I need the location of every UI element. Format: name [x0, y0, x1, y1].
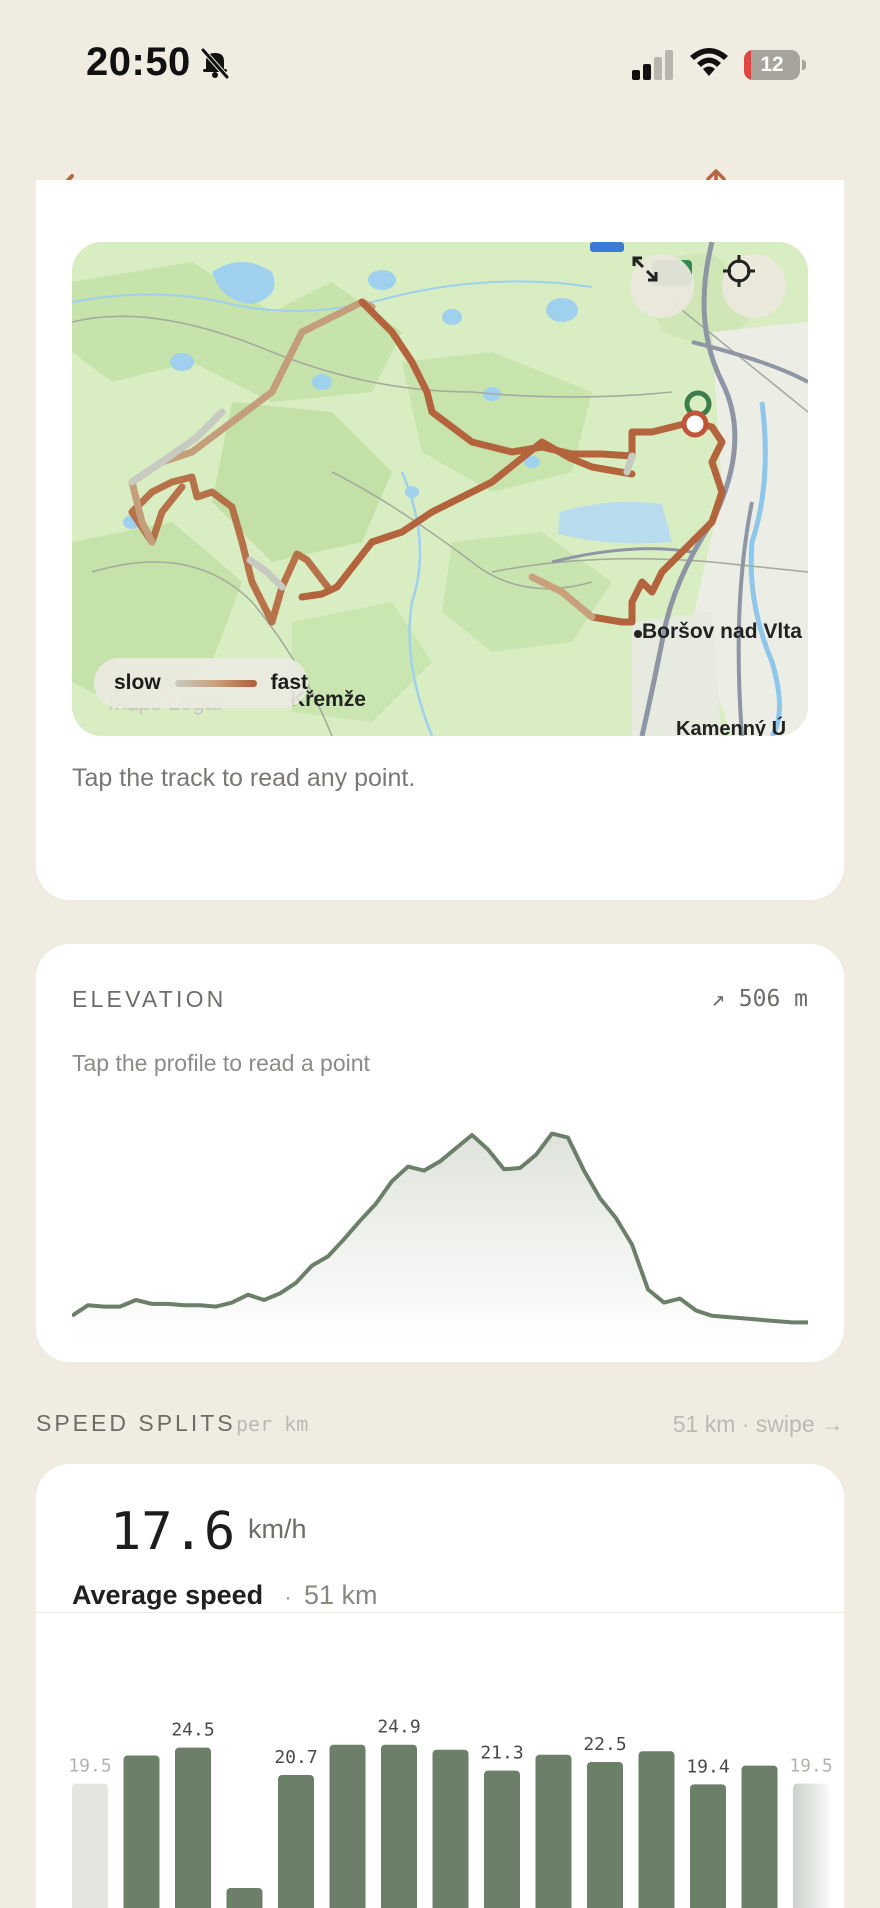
elevation-profile[interactable]	[72, 1104, 808, 1344]
map-card: Boršov nad Vlta Křemže Kamenný Ú Maps Le…	[36, 180, 844, 900]
split-bar-5[interactable]	[278, 1774, 314, 1908]
split-label-11: 22.5	[583, 1734, 626, 1755]
legend-gradient	[174, 679, 257, 687]
split-label-13: 19.4	[686, 1756, 729, 1777]
split-bar-10[interactable]	[535, 1754, 572, 1908]
speed-splits-unit: per km	[236, 1412, 309, 1436]
split-label-1: 19.5	[68, 1756, 111, 1777]
split-bar-9[interactable]	[484, 1770, 520, 1908]
cellular-signal-icon	[632, 50, 673, 80]
split-bar-15[interactable]	[793, 1783, 829, 1908]
expand-map-button[interactable]	[630, 254, 694, 318]
split-label-7: 24.9	[377, 1717, 420, 1738]
legend-fast-label: fast	[270, 671, 308, 694]
speed-legend: slow fast	[94, 658, 308, 708]
split-bar-1[interactable]	[72, 1783, 108, 1908]
split-label-3: 24.5	[171, 1720, 214, 1741]
split-bar-8[interactable]	[432, 1749, 469, 1908]
elevation-gain: ↗ 506 m	[711, 986, 808, 1012]
map-label-borsov: Boršov nad Vlta	[642, 620, 802, 643]
locate-button[interactable]	[722, 254, 786, 318]
speed-splits-header: SPEED SPLITS per km 51 km · swipe →	[36, 1410, 844, 1442]
elevation-card[interactable]: ELEVATION ↗ 506 m Tap the profile to rea…	[36, 944, 844, 1362]
speed-splits-summary[interactable]: 51 km · swipe →	[673, 1411, 844, 1438]
expand-icon	[632, 256, 658, 282]
split-bar-6[interactable]	[329, 1744, 366, 1908]
split-label-5: 20.7	[274, 1747, 317, 1768]
battery-level: 12	[760, 53, 784, 76]
split-label-15: 19.5	[789, 1756, 832, 1777]
split-bar-3[interactable]	[175, 1747, 211, 1908]
battery-icon: 12	[744, 48, 806, 82]
speed-splits-card[interactable]: 17.6 km/h Average speed · 51 km 19.5 24.5…	[36, 1464, 844, 1908]
split-bar-4[interactable]	[226, 1888, 263, 1908]
status-time: 20:50	[86, 40, 191, 84]
speed-splits-chart[interactable]: 19.5 24.5 20.7 24.9 21.3 22.5 19.4 19.5	[36, 1464, 844, 1908]
split-bar-14[interactable]	[741, 1765, 778, 1908]
split-bar-13[interactable]	[690, 1784, 726, 1908]
wifi-icon	[690, 48, 728, 76]
split-bar-2[interactable]	[123, 1755, 160, 1908]
split-bar-12[interactable]	[638, 1751, 675, 1908]
elevation-hint: Tap the profile to read a point	[72, 1050, 370, 1076]
map-hint: Tap the track to read any point.	[72, 764, 416, 792]
status-bar: 20:50 12	[0, 0, 880, 130]
speed-splits-title: SPEED SPLITS	[36, 1410, 236, 1436]
crosshair-icon	[723, 255, 755, 287]
elevation-title: ELEVATION	[72, 986, 227, 1012]
split-bar-11[interactable]	[587, 1762, 623, 1908]
route-map[interactable]: Boršov nad Vlta Křemže Kamenný Ú Maps Le…	[72, 242, 808, 736]
split-label-9: 21.3	[480, 1743, 523, 1764]
legend-slow-label: slow	[114, 671, 161, 694]
map-label-kamenny: Kamenný Ú	[676, 718, 787, 736]
bell-off-icon	[201, 48, 229, 79]
split-bar-7[interactable]	[381, 1744, 417, 1908]
